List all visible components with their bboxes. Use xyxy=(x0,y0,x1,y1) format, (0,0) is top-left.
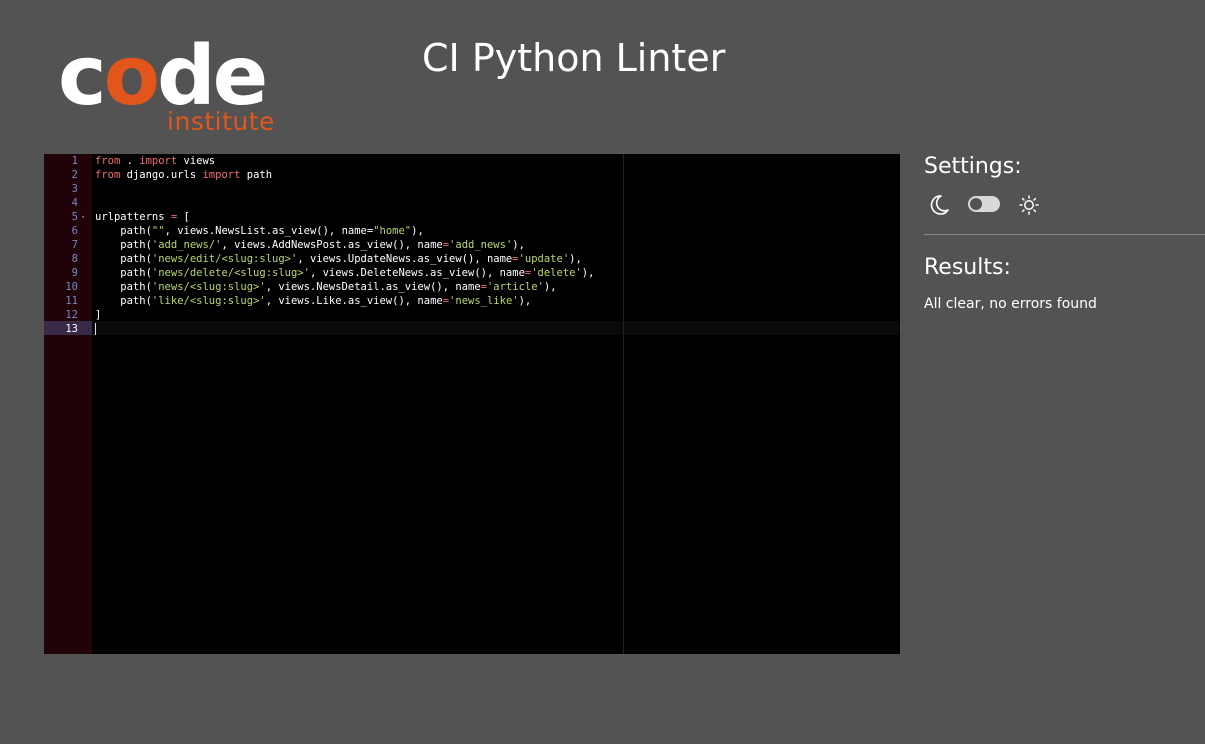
code-line[interactable]: 2 from django.urls import path xyxy=(44,168,900,182)
code-token: , views.DeleteNews.as_view(), name xyxy=(309,267,525,279)
code-token: ), xyxy=(581,267,595,279)
sun-icon[interactable] xyxy=(1018,193,1040,217)
code-token: [ xyxy=(177,211,190,223)
code-text: path('news/<slug:slug>', views.NewsDetai… xyxy=(95,280,557,294)
code-token: from xyxy=(95,155,121,167)
code-token: path( xyxy=(95,225,152,237)
theme-toggle-switch[interactable] xyxy=(968,196,1000,212)
logo-letter-c: c xyxy=(58,29,107,124)
toggle-knob xyxy=(970,198,982,210)
line-number: 10 xyxy=(65,281,78,293)
code-token: 'news/edit/<slug:slug>' xyxy=(151,253,298,265)
logo-wordmark: code xyxy=(58,36,268,118)
line-number: 11 xyxy=(65,295,78,307)
editor-lines[interactable]: 1 from . import views 2 from django.urls im… xyxy=(44,154,900,336)
code-token: ] xyxy=(95,309,102,321)
code-line[interactable]: 10 path('news/<slug:slug>', views.NewsDe… xyxy=(44,280,900,294)
code-token: , views.AddNewsPost.as_view(), name xyxy=(221,239,443,251)
code-token: urlpatterns xyxy=(95,211,171,223)
settings-title: Settings: xyxy=(924,154,1022,179)
code-token: path( xyxy=(95,239,152,251)
code-token: 'news/delete/<slug:slug>' xyxy=(151,267,310,279)
fold-arrow-icon[interactable]: ▾ xyxy=(81,210,85,224)
code-line[interactable]: 1 from . import views xyxy=(44,154,900,168)
code-token: from xyxy=(95,169,121,181)
code-text: from django.urls import path xyxy=(95,168,272,182)
code-token: 'news/<slug:slug>' xyxy=(151,281,266,293)
line-number: 13 xyxy=(65,323,78,335)
code-token: ), xyxy=(543,281,557,293)
line-number: 2 xyxy=(71,169,78,181)
code-text: path('news/edit/<slug:slug>', views.Upda… xyxy=(95,252,582,266)
code-line[interactable]: 5 ▾ urlpatterns = [ xyxy=(44,210,900,224)
logo-letter-o: o xyxy=(103,29,160,124)
code-text: path("", views.NewsList.as_view(), name=… xyxy=(95,224,424,238)
line-number: 4 xyxy=(71,197,78,209)
moon-icon[interactable] xyxy=(928,193,950,217)
code-editor[interactable]: 1 from . import views 2 from django.urls im… xyxy=(44,154,900,654)
code-token: import xyxy=(139,155,178,167)
code-token: django.urls xyxy=(120,169,203,181)
code-token: 'update' xyxy=(518,253,570,265)
code-token: "" xyxy=(151,225,165,237)
code-text: path('add_news/', views.AddNewsPost.as_v… xyxy=(95,238,525,252)
logo-subtitle: institute xyxy=(167,107,275,136)
text-cursor xyxy=(95,323,96,335)
code-line[interactable]: 9 path('news/delete/<slug:slug>', views.… xyxy=(44,266,900,280)
line-number: 1 xyxy=(71,155,78,167)
code-line[interactable]: 12] xyxy=(44,308,900,322)
code-token: 'article' xyxy=(486,281,544,293)
line-number: 8 xyxy=(71,253,78,265)
code-token: ), xyxy=(512,239,525,251)
code-line[interactable]: 13 xyxy=(44,322,900,336)
code-token: path xyxy=(240,169,273,181)
code-token: . xyxy=(120,155,140,167)
code-token: 'delete' xyxy=(531,267,582,279)
code-token: path( xyxy=(95,267,152,279)
code-text: path('news/delete/<slug:slug>', views.De… xyxy=(95,266,594,280)
line-number: 9 xyxy=(71,267,78,279)
code-token: 'add_news/' xyxy=(151,239,222,251)
code-token: path( xyxy=(95,295,152,307)
code-token: import xyxy=(202,169,241,181)
theme-toggle-row xyxy=(928,193,1048,217)
code-token: ), xyxy=(569,253,582,265)
code-token: path( xyxy=(95,281,152,293)
line-number: 3 xyxy=(71,183,78,195)
section-divider xyxy=(924,234,1205,235)
code-token: 'add_news' xyxy=(449,239,513,251)
code-token: , views.NewsDetail.as_view(), name xyxy=(265,281,481,293)
code-institute-logo: code institute xyxy=(58,36,283,138)
code-token: path( xyxy=(95,253,152,265)
code-line[interactable]: 3 xyxy=(44,182,900,196)
page-title: CI Python Linter xyxy=(422,36,726,80)
code-token: , views.NewsList.as_view(), name= xyxy=(164,225,374,237)
code-token: , views.UpdateNews.as_view(), name xyxy=(297,253,513,265)
code-token: ), xyxy=(518,295,532,307)
line-number: 5 xyxy=(71,211,78,223)
results-message: All clear, no errors found xyxy=(924,296,1097,312)
code-line[interactable]: 7 path('add_news/', views.AddNewsPost.as… xyxy=(44,238,900,252)
code-token: ), xyxy=(411,225,424,237)
code-text: urlpatterns = [ xyxy=(95,210,190,224)
code-token: , views.Like.as_view(), name xyxy=(265,295,443,307)
line-number: 6 xyxy=(71,225,78,237)
line-number: 12 xyxy=(65,309,78,321)
code-line[interactable]: 4 xyxy=(44,196,900,210)
code-token: views xyxy=(177,155,216,167)
code-token: 'news_like' xyxy=(449,295,519,307)
code-line[interactable]: 11 path('like/<slug:slug>', views.Like.a… xyxy=(44,294,900,308)
code-token: "home" xyxy=(373,225,412,237)
code-line[interactable]: 8 path('news/edit/<slug:slug>', views.Up… xyxy=(44,252,900,266)
results-title: Results: xyxy=(924,255,1011,280)
code-text: path('like/<slug:slug>', views.Like.as_v… xyxy=(95,294,531,308)
line-number: 7 xyxy=(71,239,78,251)
code-line[interactable]: 6 path("", views.NewsList.as_view(), nam… xyxy=(44,224,900,238)
code-text: ] xyxy=(95,308,101,322)
code-token: 'like/<slug:slug>' xyxy=(151,295,266,307)
code-text: from . import views xyxy=(95,154,215,168)
